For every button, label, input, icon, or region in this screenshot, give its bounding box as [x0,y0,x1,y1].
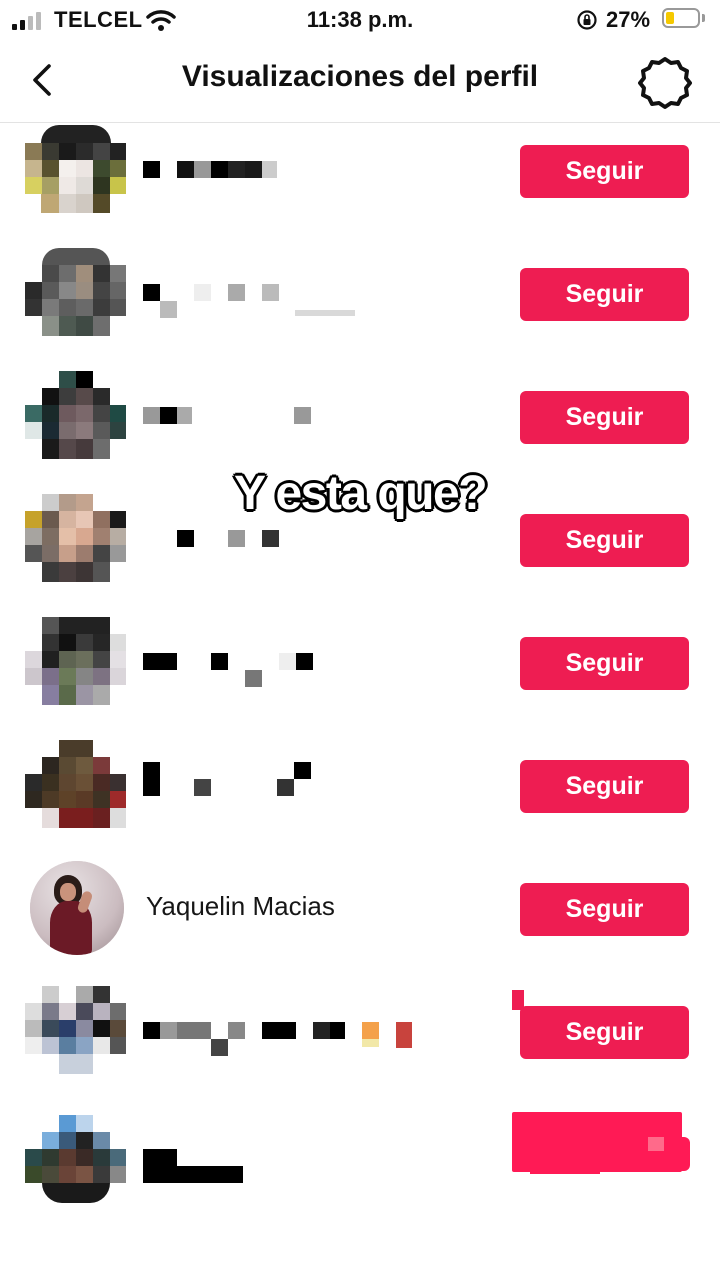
follow-button[interactable]: Seguir [520,514,689,567]
list-item[interactable]: Seguir [0,615,720,738]
list-item[interactable]: Seguir [0,738,720,861]
user-name[interactable]: Yaquelin Macias [146,891,335,922]
video-caption: Y esta que? [233,467,488,520]
list-item[interactable]: Seguir [0,984,720,1107]
avatar[interactable] [25,740,126,828]
censored-name [143,280,423,318]
censored-name [143,1018,423,1056]
censored-name [143,526,423,560]
avatar[interactable] [25,617,126,705]
follow-button[interactable]: Seguir [520,637,689,690]
battery-tip [702,14,705,22]
screen: TELCEL 11:38 p.m. 27% Visualizaciones de… [0,0,720,1280]
list-item[interactable]: Seguir [0,246,720,369]
censored-name [143,649,423,687]
status-bar: TELCEL 11:38 p.m. 27% [0,0,720,40]
profile-views-list: Seguir Seguir Seguir Seguir Seguir Segui… [0,123,720,1230]
censored-name [143,762,423,806]
avatar[interactable] [25,986,126,1074]
battery-icon [662,8,700,28]
censor-block [676,1137,690,1171]
avatar[interactable] [25,248,126,336]
nav-header: Visualizaciones del perfil [0,40,720,123]
avatar[interactable] [25,371,126,459]
avatar[interactable] [25,1115,126,1203]
censored-name [143,403,423,437]
follow-button[interactable]: Seguir [520,760,689,813]
censored-name [143,157,423,191]
battery-percent: 27% [606,7,651,32]
censored-name [143,1149,423,1183]
censor-block [648,1137,664,1151]
follow-button[interactable]: Seguir [520,145,689,198]
avatar[interactable] [30,861,124,955]
avatar[interactable] [25,125,126,213]
gear-icon[interactable] [636,54,694,112]
follow-button[interactable]: Seguir [520,1006,689,1059]
list-item[interactable] [0,1107,720,1230]
censor-block [530,1167,600,1174]
list-item[interactable]: Seguir [0,123,720,246]
follow-button[interactable]: Seguir [520,268,689,321]
follow-button[interactable]: Seguir [520,883,689,936]
rotation-lock-icon [577,10,597,30]
follow-button[interactable]: Seguir [520,391,689,444]
page-title: Visualizaciones del perfil [181,60,539,93]
list-item[interactable]: Yaquelin Macias Seguir [0,861,720,984]
